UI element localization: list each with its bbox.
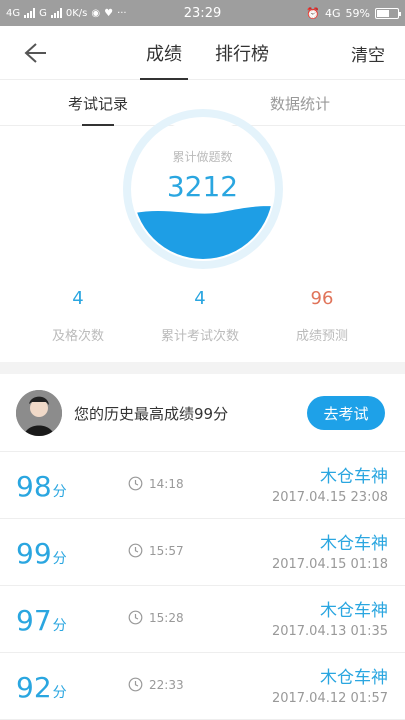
take-exam-button[interactable]: 去考试 [307, 396, 385, 430]
exam-count-value: 4 [194, 288, 206, 309]
gauge-value: 3212 [166, 170, 239, 203]
score-unit: 分 [52, 618, 67, 634]
record-username: 木仓车神 [320, 668, 388, 688]
record-duration: 22:33 [128, 677, 184, 692]
back-arrow-icon[interactable] [22, 40, 48, 66]
duration-value: 15:28 [149, 610, 184, 625]
record-score: 99分 [16, 537, 67, 570]
score-value: 97 [16, 604, 52, 637]
record-duration: 15:28 [128, 610, 184, 625]
pass-count-label: 及格次数 [51, 329, 104, 344]
clock-icon [128, 476, 143, 491]
record-row[interactable]: 98分 14:18 木仓车神 2017.04.15 23:08 [0, 452, 405, 519]
record-row[interactable]: 97分 15:28 木仓车神 2017.04.13 01:35 [0, 586, 405, 653]
clear-button[interactable]: 清空 [351, 26, 385, 80]
tab-ranking[interactable]: 排行榜 [215, 26, 269, 80]
best-score-row: 您的历史最高成绩99分 去考试 [0, 374, 405, 452]
stat-exam-count: 4 累计考试次数 [140, 288, 260, 344]
prediction-label: 成绩预测 [295, 329, 348, 344]
tab-score[interactable]: 成绩 [140, 26, 188, 80]
record-date: 2017.04.15 23:08 [271, 490, 388, 505]
score-unit: 分 [52, 685, 67, 701]
duration-value: 15:57 [149, 543, 184, 558]
nav-bar: 成绩 排行榜 清空 [0, 26, 405, 80]
tab-exam-records-label: 考试记录 [68, 94, 129, 113]
stat-pass-count: 4 及格次数 [18, 288, 138, 344]
record-username: 木仓车神 [320, 467, 388, 487]
exam-count-label: 累计考试次数 [160, 329, 239, 344]
avatar-image [16, 390, 62, 436]
status-right: ⏰ 4G 59% [306, 0, 401, 26]
network-label-3: 4G [325, 6, 341, 20]
battery-icon [375, 7, 401, 19]
clock-icon [128, 677, 143, 692]
score-unit: 分 [52, 551, 67, 567]
record-username: 木仓车神 [320, 601, 388, 621]
record-duration: 15:57 [128, 543, 184, 558]
record-score: 92分 [16, 671, 67, 704]
record-row[interactable]: 99分 15:57 木仓车神 2017.04.15 01:18 [0, 519, 405, 586]
best-score-text: 您的历史最高成绩99分 [74, 404, 229, 423]
pass-count-value: 4 [72, 288, 84, 309]
record-date: 2017.04.12 01:57 [271, 691, 388, 706]
score-unit: 分 [52, 484, 67, 500]
duration-value: 14:18 [149, 476, 184, 491]
battery-percent: 59% [345, 6, 370, 20]
record-date: 2017.04.15 01:18 [271, 557, 388, 572]
clock-icon [128, 610, 143, 625]
score-value: 99 [16, 537, 52, 570]
prediction-value: 96 [310, 288, 334, 309]
duration-value: 22:33 [149, 677, 184, 692]
record-username: 木仓车神 [320, 534, 388, 554]
tab-exam-records[interactable]: 考试记录 [68, 80, 128, 126]
clock-icon [128, 543, 143, 558]
alarm-icon: ⏰ [306, 6, 321, 20]
score-value: 92 [16, 671, 52, 704]
status-bar: 4G G 0K/s ◉ ♥ ··· 23:29 ⏰ 4G 59% [0, 0, 405, 26]
record-score: 97分 [16, 604, 67, 637]
record-date: 2017.04.13 01:35 [271, 624, 388, 639]
record-duration: 14:18 [128, 476, 184, 491]
section-divider [0, 362, 405, 374]
score-value: 98 [16, 470, 52, 503]
stat-prediction: 96 成绩预测 [262, 288, 382, 344]
avatar[interactable] [16, 390, 62, 436]
record-row[interactable]: 92分 22:33 木仓车神 2017.04.12 01:57 [0, 653, 405, 720]
record-score: 98分 [16, 470, 67, 503]
gauge-label: 累计做题数 [172, 150, 233, 164]
